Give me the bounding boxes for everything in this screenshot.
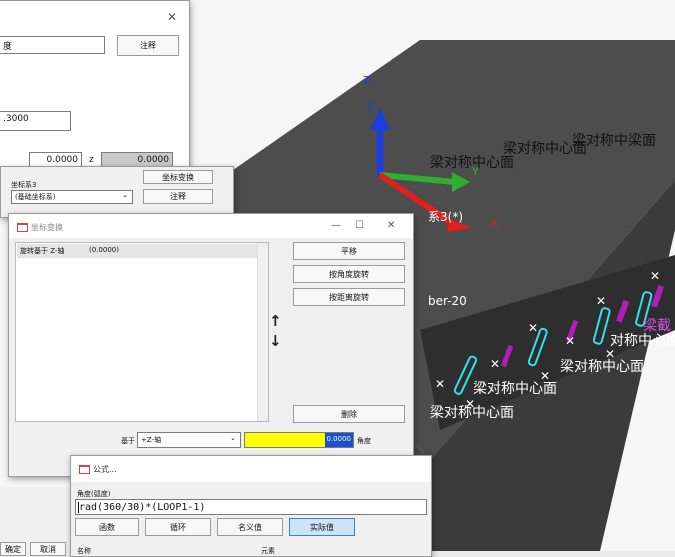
formula-input[interactable]: rad(360/30)*(LOOP1-1) xyxy=(75,499,427,515)
note-button[interactable]: 注释 xyxy=(117,35,179,56)
close-icon[interactable]: ✕ xyxy=(387,220,395,231)
sym-label-5: 梁对称中心面 xyxy=(560,359,644,375)
list-item[interactable]: 旋转基于 Z-轴 (0.0000) xyxy=(17,244,257,258)
axis-select-value: +Z-轴 xyxy=(141,436,162,444)
maximize-icon[interactable]: ☐ xyxy=(355,220,364,231)
title-bar[interactable]: 坐标变换 — ☐ ✕ xyxy=(9,214,413,238)
formula-title-bar[interactable]: 公式... xyxy=(71,456,431,482)
ok-button[interactable]: 确定 xyxy=(0,542,26,556)
base-label: 基于 xyxy=(121,437,135,445)
axis-select[interactable]: +Z-轴 ⌄ xyxy=(137,432,241,448)
x-mark: ✕ xyxy=(596,294,607,308)
list-item-name: 旋转基于 Z-轴 xyxy=(20,247,65,255)
coord-system-label: 坐标系3 xyxy=(11,181,37,189)
move-down-button[interactable]: ↓ xyxy=(269,332,282,350)
column-element-header: 元素 xyxy=(261,547,275,555)
chevron-down-icon: ⌄ xyxy=(122,191,128,199)
x-mark: ✕ xyxy=(540,369,551,383)
formula-field-label: 角度(弧度) xyxy=(77,490,111,498)
x-mark: ✕ xyxy=(435,377,446,391)
sym-label-3: 梁对称中梁面 xyxy=(572,133,656,149)
value-field[interactable]: .3000 xyxy=(0,111,71,131)
app-icon xyxy=(17,223,28,232)
move-up-button[interactable]: ↑ xyxy=(269,312,282,330)
x-mark: ✕ xyxy=(565,334,576,348)
rotate-by-distance-button[interactable]: 按距离旋转 xyxy=(293,288,405,306)
axis-z-label-top: Z xyxy=(363,74,371,87)
rotate-by-angle-button[interactable]: 按角度旋转 xyxy=(293,265,405,283)
axis-z-label: Z xyxy=(367,100,375,113)
angle-input[interactable]: 0.0000 xyxy=(244,432,354,448)
chevron-down-icon: ⌄ xyxy=(230,434,236,442)
x-mark: ✕ xyxy=(490,357,501,371)
app-icon xyxy=(79,465,90,474)
x-mark: ✕ xyxy=(528,321,539,335)
delete-button[interactable]: 删除 xyxy=(293,405,405,423)
coord-system-select-value: (基础坐标系) xyxy=(15,193,56,201)
axis-x-label: X xyxy=(490,217,498,230)
actual-value-button[interactable]: 实际值 xyxy=(289,518,355,536)
column-name-header: 名称 xyxy=(77,547,91,555)
functions-button[interactable]: 函数 xyxy=(75,518,139,536)
dialog-transform: 坐标变换 — ☐ ✕ 旋转基于 Z-轴 (0.0000) ↑ ↓ 平移 按角度旋… xyxy=(8,213,414,477)
transform-list[interactable]: 旋转基于 Z-轴 (0.0000) xyxy=(15,242,269,422)
translate-button[interactable]: 平移 xyxy=(293,242,405,260)
coord-transform-button[interactable]: 坐标变换 xyxy=(143,170,213,184)
coord-system-label: 系3(*) xyxy=(428,210,463,224)
formula-title: 公式... xyxy=(79,464,117,475)
sym-label-1: 梁对称中心面 xyxy=(430,155,514,171)
cancel-button[interactable]: 取消 xyxy=(30,542,66,556)
loop-button[interactable]: 循环 xyxy=(145,518,211,536)
name-field[interactable]: 度 xyxy=(0,36,105,54)
nominal-value-button[interactable]: 名义值 xyxy=(217,518,283,536)
angle-value: 0.0000 xyxy=(324,433,353,447)
x-mark: ✕ xyxy=(605,347,616,361)
close-icon[interactable]: ✕ xyxy=(167,10,177,24)
beam-label: ber-20 xyxy=(428,294,467,308)
sym-label-8: 梁截 xyxy=(643,318,671,334)
dialog-coord: 坐标系3 坐标变换 (基础坐标系) ⌄ 注释 xyxy=(0,166,234,218)
formula-text: rad(360/30)*(LOOP1-1) xyxy=(78,502,206,513)
angle-label: 角度 xyxy=(357,437,371,445)
x-mark: ✕ xyxy=(650,269,661,283)
note-button-2[interactable]: 注释 xyxy=(143,189,213,204)
minimize-icon[interactable]: — xyxy=(331,220,341,231)
dialog-title: 坐标变换 xyxy=(17,222,63,233)
coord-system-select[interactable]: (基础坐标系) ⌄ xyxy=(11,190,133,204)
x-mark: ✕ xyxy=(465,397,476,411)
list-item-value: (0.0000) xyxy=(89,246,119,254)
bottom-bar: 确定 取消 xyxy=(0,487,70,556)
z-label: z xyxy=(89,155,94,165)
dialog-formula: 公式... 角度(弧度) rad(360/30)*(LOOP1-1) 函数 循环… xyxy=(70,455,432,557)
dialog-back: ✕ 度 注释 .3000 0.0000 z 0.0000 xyxy=(0,0,190,178)
scrollbar[interactable] xyxy=(257,243,268,421)
